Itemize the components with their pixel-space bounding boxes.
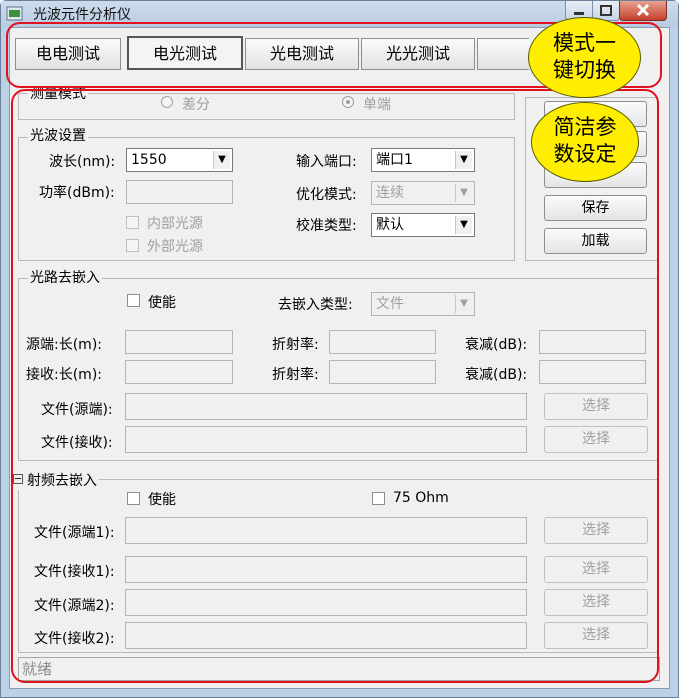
close-button[interactable] (619, 1, 667, 21)
window-title: 光波元件分析仪 (33, 7, 131, 23)
callout-param-setting: 简洁参 数设定 (531, 102, 639, 182)
callout-mode-switch-line1: 模式一 (553, 31, 616, 55)
close-icon (636, 3, 650, 17)
callout-mode-switch-line2: 键切换 (553, 58, 616, 82)
main-window: 光波元件分析仪 电电测试 电光测试 光电测试 光光测试 测量模式 差分 单端 保… (0, 0, 679, 698)
callout-param-setting-line1: 简洁参 (553, 115, 617, 139)
app-icon (6, 5, 24, 23)
callout-mode-switch: 模式一 键切换 (528, 17, 641, 98)
callout-param-setting-line2: 数设定 (553, 142, 617, 166)
